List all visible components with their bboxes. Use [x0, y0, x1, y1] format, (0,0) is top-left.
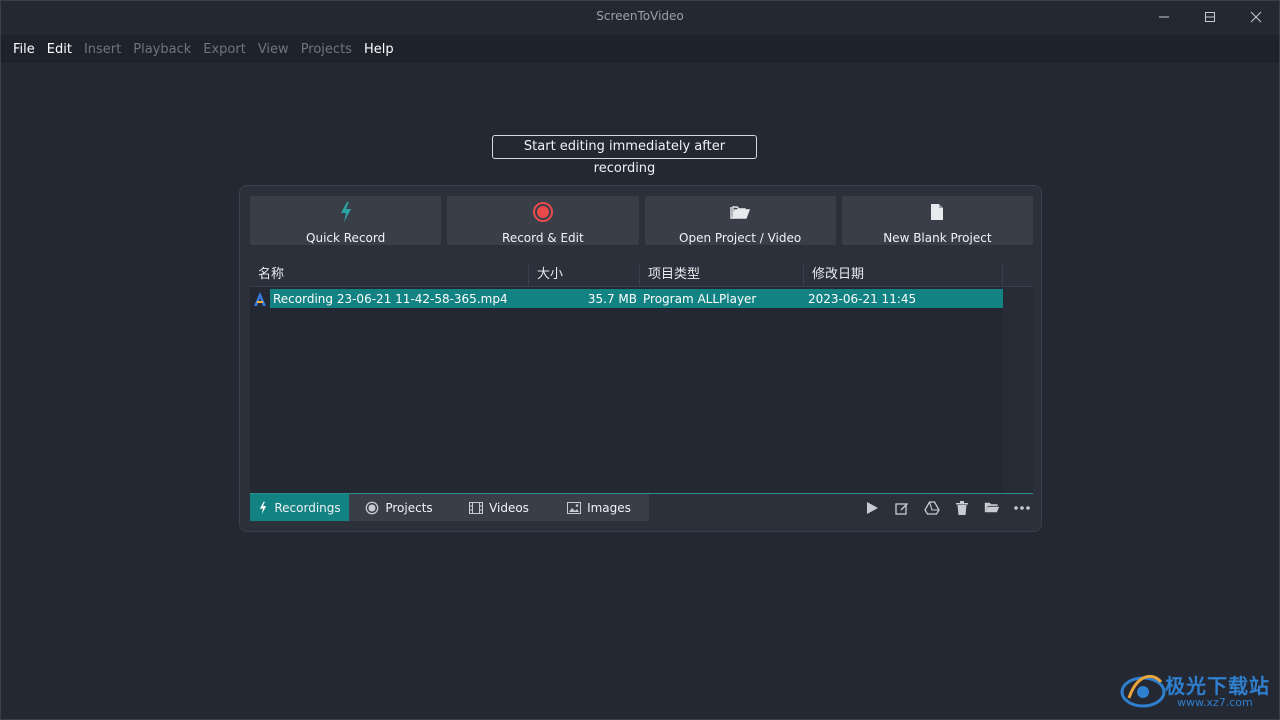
record-icon	[532, 201, 553, 222]
open-folder-button[interactable]	[983, 499, 1001, 517]
column-header-name[interactable]: 名称	[250, 263, 529, 286]
play-button[interactable]	[863, 499, 881, 517]
table-row[interactable]: Recording 23-06-21 11-42-58-365.mp4 35.7…	[250, 289, 1003, 308]
trash-icon	[956, 500, 968, 515]
folder-open-icon	[730, 205, 751, 219]
more-options-button[interactable]	[1013, 499, 1031, 517]
menu-view[interactable]: View	[252, 42, 295, 57]
film-icon	[469, 501, 484, 514]
action-buttons: Quick Record Record & Edit Open Project …	[250, 196, 1033, 245]
menu-playback[interactable]: Playback	[127, 42, 197, 57]
more-icon	[1014, 505, 1030, 510]
watermark: 极光下载站 www.xz7.com	[1119, 668, 1279, 714]
open-project-video-button[interactable]: Open Project / Video	[644, 196, 836, 245]
record-icon	[365, 501, 379, 514]
minimize-icon	[1159, 16, 1169, 18]
document-icon	[931, 203, 944, 220]
new-blank-project-label: New Blank Project	[883, 231, 992, 245]
drive-upload-icon	[924, 500, 940, 515]
menu-export[interactable]: Export	[197, 42, 252, 57]
close-button[interactable]	[1233, 1, 1279, 33]
tab-recordings-label: Recordings	[274, 500, 341, 515]
row-modified: 2023-06-21 11:45	[808, 291, 917, 306]
watermark-text: 极光下载站	[1165, 674, 1270, 698]
app-window: ScreenToVideo File Edit Insert Playback …	[0, 0, 1280, 720]
column-header-type[interactable]: 项目类型	[640, 263, 804, 286]
image-icon	[567, 501, 582, 514]
tab-images[interactable]: Images	[549, 494, 649, 521]
edit-icon	[895, 502, 908, 515]
menu-insert[interactable]: Insert	[78, 42, 127, 57]
recordings-list: 名称 大小 项目类型 修改日期 Recording 23-06-21 11-42…	[250, 263, 1033, 493]
list-header: 名称 大小 项目类型 修改日期	[250, 263, 1033, 287]
open-project-video-label: Open Project / Video	[679, 231, 802, 245]
row-size: 35.7 MB	[587, 291, 637, 306]
list-toolbar	[863, 494, 1031, 521]
maximize-button[interactable]	[1187, 1, 1233, 33]
quick-record-button[interactable]: Quick Record	[250, 196, 442, 245]
tab-projects-label: Projects	[385, 500, 433, 515]
lightning-icon	[340, 201, 351, 222]
start-editing-toggle-button[interactable]: Start editing immediately after recordin…	[492, 135, 757, 176]
column-header-size[interactable]: 大小	[529, 263, 640, 286]
selected-row-highlight: Recording 23-06-21 11-42-58-365.mp4 35.7…	[270, 289, 1003, 308]
allplayer-file-icon	[250, 289, 270, 308]
tab-recordings[interactable]: Recordings	[250, 494, 349, 521]
folder-icon	[984, 502, 1000, 513]
new-blank-project-button[interactable]: New Blank Project	[841, 196, 1033, 245]
watermark-url: www.xz7.com	[1177, 696, 1253, 709]
menu-projects[interactable]: Projects	[295, 42, 358, 57]
title-bar: ScreenToVideo	[1, 1, 1279, 33]
window-title: ScreenToVideo	[596, 9, 684, 23]
tab-videos[interactable]: Videos	[449, 494, 549, 521]
edit-button[interactable]	[893, 499, 911, 517]
menu-bar: File Edit Insert Playback Export View Pr…	[1, 35, 1279, 63]
maximize-icon	[1205, 12, 1215, 22]
start-panel: Quick Record Record & Edit Open Project …	[239, 185, 1042, 532]
column-header-modified[interactable]: 修改日期	[804, 263, 1003, 286]
row-type: Program ALLPlayer	[643, 291, 757, 306]
play-icon	[867, 501, 878, 514]
watermark-logo	[1120, 674, 1166, 708]
menu-help[interactable]: Help	[358, 42, 400, 57]
tab-projects[interactable]: Projects	[349, 494, 449, 521]
list-scroll-area	[1003, 287, 1033, 493]
close-icon	[1250, 11, 1262, 23]
tab-images-label: Images	[587, 500, 631, 515]
record-edit-label: Record & Edit	[502, 231, 584, 245]
record-edit-button[interactable]: Record & Edit	[447, 196, 639, 245]
lightning-icon	[260, 501, 267, 514]
menu-file[interactable]: File	[7, 42, 41, 57]
row-name: Recording 23-06-21 11-42-58-365.mp4	[273, 291, 508, 306]
delete-button[interactable]	[953, 499, 971, 517]
minimize-button-alt[interactable]	[1141, 1, 1187, 33]
tab-videos-label: Videos	[489, 500, 529, 515]
column-header-filler	[1003, 263, 1033, 286]
library-tabs: Recordings Projects Videos Images	[250, 494, 649, 521]
quick-record-label: Quick Record	[306, 231, 386, 245]
menu-edit[interactable]: Edit	[41, 42, 78, 57]
upload-drive-button[interactable]	[923, 499, 941, 517]
